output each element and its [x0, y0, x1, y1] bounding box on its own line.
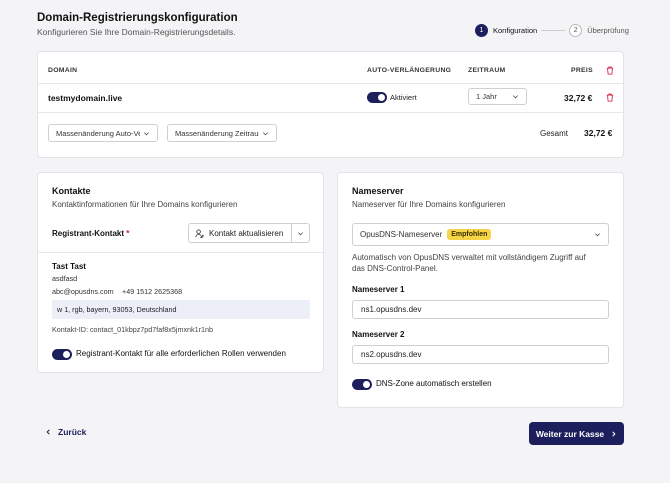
domain-name: testmydomain.live	[48, 93, 123, 103]
row-price: 32,72 €	[564, 93, 593, 103]
stepper: 1 Konfiguration 2 Überprüfung	[475, 24, 629, 37]
divider	[291, 224, 292, 242]
delete-row-icon[interactable]	[606, 93, 614, 102]
col-header-period: ZEITRAUM	[468, 67, 506, 74]
ns2-label: Nameserver 2	[352, 330, 405, 339]
contacts-description: Kontaktinformationen für Ihre Domains ko…	[52, 200, 238, 209]
required-mark: *	[126, 229, 130, 238]
update-contact-button[interactable]: Kontakt aktualisieren	[188, 223, 310, 243]
chevron-left-icon	[46, 429, 50, 435]
checkout-button[interactable]: Weiter zur Kasse	[529, 422, 624, 445]
nameserver-info-line2: das DNS-Control-Panel.	[352, 264, 438, 273]
recommended-badge: Empfohlen	[447, 229, 492, 240]
use-for-all-roles-label: Registrant-Kontakt für alle erforderlich…	[76, 349, 286, 358]
auto-renew-label: Aktiviert	[390, 93, 417, 102]
step-connector	[541, 30, 566, 31]
registrant-contact-label-text: Registrant-Kontakt	[52, 229, 125, 238]
step-2-number: 2	[569, 24, 583, 37]
bulk-period-select[interactable]: Massenänderung Zeitraum	[167, 124, 277, 142]
dns-zone-toggle[interactable]	[352, 379, 372, 390]
bulk-auto-renew-select[interactable]: Massenänderung Auto-Ve	[48, 124, 158, 142]
contact-email: abc@opusdns.com	[52, 287, 114, 296]
total-label: Gesamt	[540, 129, 569, 138]
period-value: 1 Jahr	[476, 92, 497, 101]
total-value: 32,72 €	[584, 128, 613, 138]
step-1-label: Konfiguration	[493, 26, 538, 35]
contact-address: w 1, rgb, bayern, 93053, Deutschland	[52, 300, 310, 319]
bulk-auto-renew-value: Massenänderung Auto-Ve	[56, 128, 140, 138]
col-header-domain: DOMAIN	[48, 67, 78, 74]
bulk-period-value: Massenänderung Zeitraum	[175, 128, 259, 138]
checkout-label: Weiter zur Kasse	[535, 428, 605, 439]
nameserver-type-select[interactable]: OpusDNS-Nameserver Empfohlen	[352, 223, 609, 246]
divider	[38, 112, 623, 113]
domains-card: DOMAIN AUTO-VERLÄNGERUNG ZEITRAUM PREIS …	[37, 51, 624, 158]
chevron-down-icon	[263, 131, 268, 135]
back-button[interactable]: Zurück	[45, 427, 86, 437]
ns1-label: Nameserver 1	[352, 285, 405, 294]
delete-all-icon[interactable]	[606, 66, 614, 75]
back-label: Zurück	[58, 427, 87, 437]
user-edit-icon	[195, 228, 204, 238]
auto-renew-toggle[interactable]	[367, 92, 387, 103]
use-for-all-roles-toggle[interactable]	[52, 349, 72, 360]
contacts-title: Kontakte	[52, 186, 91, 196]
nameserver-type-value: OpusDNS-Nameserver	[360, 230, 443, 239]
table-row: testmydomain.live Aktiviert 1 Jahr 32,72…	[38, 83, 623, 112]
contact-name: Tast Tast	[52, 262, 86, 271]
col-header-price: PREIS	[571, 67, 593, 74]
nameserver-title: Nameserver	[352, 186, 404, 196]
nameserver-info: Automatisch von OpusDNS verwaltet mit vo…	[352, 252, 586, 274]
nameserver-card: Nameserver Nameserver für Ihre Domains k…	[337, 172, 624, 408]
chevron-down-icon[interactable]	[297, 230, 304, 237]
dns-zone-label: DNS-Zone automatisch erstellen	[376, 379, 492, 388]
chevron-down-icon	[595, 233, 600, 237]
step-1-number: 1	[475, 24, 488, 37]
nameserver-description: Nameserver für Ihre Domains konfiguriere…	[352, 200, 506, 209]
contact-id: Kontakt-ID: contact_01kbpz7pd7faf8x5jmxn…	[52, 325, 214, 334]
contact-org: asdfasd	[52, 274, 78, 283]
chevron-right-icon	[612, 430, 616, 437]
period-select[interactable]: 1 Jahr	[468, 88, 527, 105]
ns1-input[interactable]: ns1.opusdns.dev	[352, 300, 609, 319]
page-title: Domain-Registrierungskonfiguration	[37, 12, 238, 24]
chevron-down-icon	[513, 95, 518, 99]
ns2-input[interactable]: ns2.opusdns.dev	[352, 345, 609, 364]
contacts-card: Kontakte Kontaktinformationen für Ihre D…	[37, 172, 324, 373]
contact-phone: +49 1512 2625368	[122, 287, 183, 296]
col-header-auto-renew: AUTO-VERLÄNGERUNG	[367, 67, 452, 74]
update-contact-label: Kontakt aktualisieren	[209, 228, 284, 238]
divider	[38, 252, 323, 253]
nameserver-info-line1: Automatisch von OpusDNS verwaltet mit vo…	[352, 253, 586, 262]
page-subtitle: Konfigurieren Sie Ihre Domain-Registrier…	[37, 27, 236, 37]
step-2-label: Überprüfung	[587, 26, 629, 35]
chevron-down-icon	[144, 131, 149, 135]
registrant-contact-label: Registrant-Kontakt *	[52, 229, 129, 238]
